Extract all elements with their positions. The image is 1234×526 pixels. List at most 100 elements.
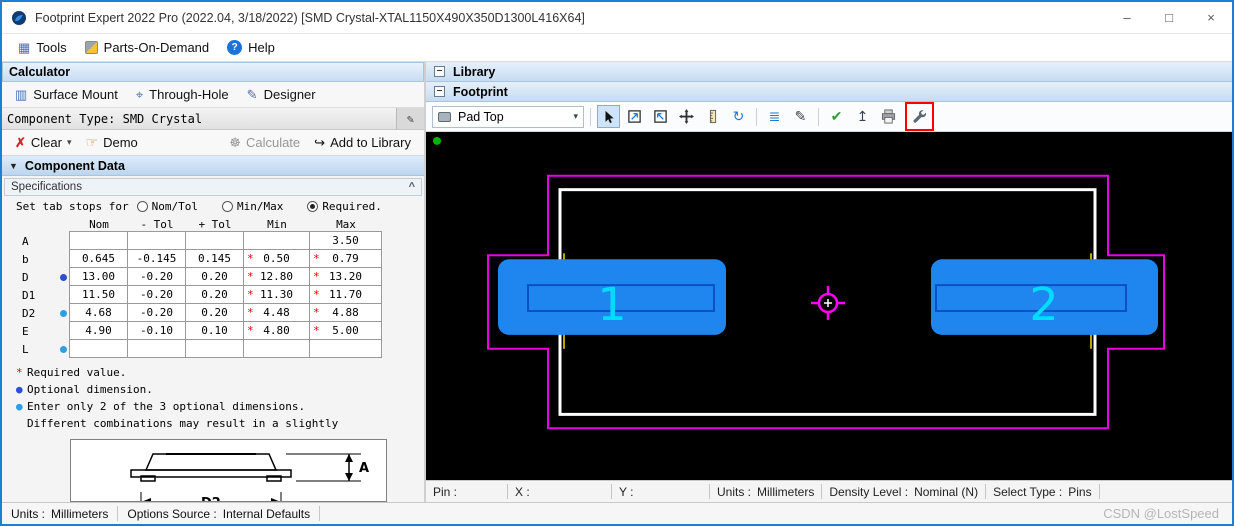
collapse-up-icon[interactable]: ^ [409,181,415,193]
calculate-button[interactable]: ☸ Calculate [222,133,307,153]
radio-icon[interactable] [221,200,233,212]
cell-nom-D1[interactable]: 11.50 [69,285,128,304]
pad-1[interactable]: 1 [498,259,726,335]
edit-component-type-button[interactable]: ✎ [396,108,424,129]
cell-mtol-E[interactable]: -0.10 [127,321,186,340]
export-button[interactable]: ↥ [851,105,874,128]
select-cursor-button[interactable] [597,105,620,128]
tabstop-label: Set tab stops for [16,199,129,213]
cell-ptol-L[interactable] [185,339,244,358]
radio-icon[interactable] [136,200,148,212]
add-to-library-button[interactable]: ↪ Add to Library [307,133,418,153]
tabstop-options: Nom/Tol Min/Max Required. [129,200,382,213]
zoom-extents-button[interactable] [649,105,672,128]
cell-max-E[interactable]: * 5.00 [309,321,382,340]
cell-nom-E[interactable]: 4.90 [69,321,128,340]
cell-mtol-D1[interactable]: -0.20 [127,285,186,304]
component-type-row: Component Type: SMD Crystal ✎ [2,108,424,130]
cell-nom-D[interactable]: 13.00 [69,267,128,286]
cell-nom-D2[interactable]: 4.68 [69,303,128,322]
chevron-down-icon[interactable]: ▾ [573,111,578,122]
menu-tools[interactable]: ▦ Tools [10,37,75,59]
tab-surface-mount[interactable]: ▥ Surface Mount [6,84,127,106]
verify-button[interactable]: ✔ [825,105,848,128]
cell-ptol-D2[interactable]: 0.20 [185,303,244,322]
measure-button[interactable] [701,105,724,128]
collapse-dash-icon[interactable]: – [434,66,445,77]
demo-button[interactable]: ☞ Demo [79,132,145,153]
pad-layer-icon [438,111,451,122]
pad-2[interactable]: 2 [931,259,1158,335]
tabstop-option-nomtol[interactable]: Nom/Tol [136,200,198,213]
specifications-bar[interactable]: Specifications ^ [4,178,422,196]
cell-mtol-L[interactable] [127,339,186,358]
cell-min-D2[interactable]: * 4.48 [243,303,310,322]
spec-row-A: A 3.50 [16,231,424,250]
cell-max-b[interactable]: * 0.79 [309,249,382,268]
radio-icon[interactable] [307,200,319,212]
dim-label: L [22,342,29,356]
menu-parts-on-demand[interactable]: Parts-On-Demand [77,37,217,58]
density-value: Nominal (N) [914,484,979,499]
component-data-header[interactable]: ▼ Component Data [2,156,424,176]
required-asterisk: * [247,288,254,301]
cell-ptol-E[interactable]: 0.10 [185,321,244,340]
footprint-canvas[interactable]: 1 2 [426,132,1232,480]
cell-mtol-b[interactable]: -0.145 [127,249,186,268]
check-icon: ✔ [830,108,843,124]
collapse-dash-icon[interactable]: – [434,86,445,97]
layers-button[interactable]: ≣ [763,105,786,128]
required-asterisk: * [313,252,320,265]
cell-max-D[interactable]: * 13.20 [309,267,382,286]
library-bar[interactable]: – Library [426,62,1232,82]
cell-min-b[interactable]: * 0.50 [243,249,310,268]
refresh-button[interactable]: ↻ [727,105,750,128]
footprint-bar[interactable]: – Footprint [426,82,1232,102]
cell-nom-L[interactable] [69,339,128,358]
cell-ptol-b[interactable]: 0.145 [185,249,244,268]
cell-ptol-A[interactable] [185,231,244,250]
dimension-button[interactable]: ✎ [789,105,812,128]
cell-max-D1[interactable]: * 11.70 [309,285,382,304]
col-header-ptol: + Tol [198,217,232,231]
dim-label: D2 [22,306,36,320]
note-marker [16,415,27,432]
tabstop-option-required[interactable]: Required. [307,200,382,213]
cell-min-E[interactable]: * 4.80 [243,321,310,340]
note-marker: * [16,366,23,379]
clear-button[interactable]: ✗ Clear ▾ [8,133,79,153]
tab-designer[interactable]: ✎ Designer [238,84,325,106]
cell-max-L[interactable] [309,339,382,358]
cell-ptol-D[interactable]: 0.20 [185,267,244,286]
cell-nom-b[interactable]: 0.645 [69,249,128,268]
cell-value: -0.20 [139,306,174,319]
tab-through-hole[interactable]: ⌖ Through-Hole [127,84,238,106]
cell-min-D[interactable]: * 12.80 [243,267,310,286]
cell-mtol-D[interactable]: -0.20 [127,267,186,286]
options-wrench-button[interactable] [908,105,931,128]
clear-dropdown-icon[interactable]: ▾ [67,137,72,148]
optional-dot-icon [59,273,67,281]
pad-2-number: 2 [1029,277,1058,331]
zoom-window-button[interactable] [623,105,646,128]
minimize-button[interactable]: – [1106,2,1148,33]
cell-min-D1[interactable]: * 11.30 [243,285,310,304]
maximize-button[interactable]: □ [1148,2,1190,33]
calculate-label: Calculate [245,135,301,150]
layer-select[interactable]: Pad Top ▾ [432,105,584,128]
print-button[interactable] [877,105,900,128]
add-to-library-label: Add to Library [330,135,411,150]
cell-ptol-D1[interactable]: 0.20 [185,285,244,304]
export-icon: ↥ [856,108,869,124]
cell-nom-A[interactable] [69,231,128,250]
cell-max-D2[interactable]: * 4.88 [309,303,382,322]
tabstop-option-minmax[interactable]: Min/Max [221,200,283,213]
pan-button[interactable] [675,105,698,128]
close-button[interactable]: × [1190,2,1232,33]
cell-mtol-A[interactable] [127,231,186,250]
menu-help[interactable]: ? Help [219,37,283,58]
cell-mtol-D2[interactable]: -0.20 [127,303,186,322]
cell-min-L[interactable] [243,339,310,358]
cell-min-A[interactable] [243,231,310,250]
cell-max-A[interactable]: 3.50 [309,231,382,250]
